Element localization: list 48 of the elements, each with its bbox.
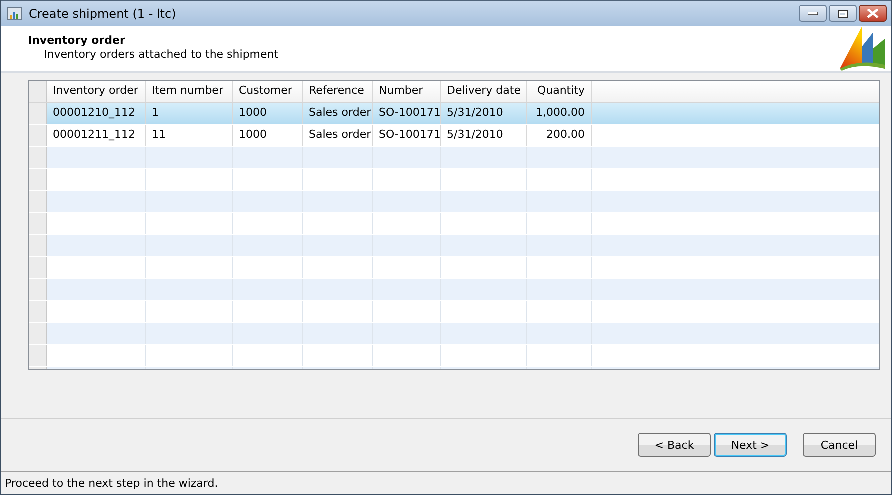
table-cell: Sales order	[303, 125, 373, 146]
column-header[interactable]: Customer	[233, 81, 303, 102]
step-title: Inventory order	[28, 34, 126, 47]
close-button[interactable]	[859, 5, 887, 22]
column-header[interactable]: Quantity	[527, 81, 592, 102]
row-header	[29, 191, 47, 212]
back-button[interactable]: < Back	[638, 433, 711, 457]
row-header	[29, 81, 47, 102]
table-cell: Sales order	[303, 103, 373, 124]
row-header	[29, 147, 47, 168]
row-header	[29, 301, 47, 322]
column-header[interactable]: Item number	[146, 81, 233, 102]
table-cell: SO-100171	[373, 103, 441, 124]
status-text: Proceed to the next step in the wizard.	[5, 476, 218, 490]
sail-logo	[839, 25, 887, 71]
row-header	[29, 213, 47, 234]
table-cell: 1	[146, 103, 233, 124]
maximize-icon	[838, 10, 848, 18]
column-header[interactable]: Reference	[303, 81, 373, 102]
table-cell: 1000	[233, 103, 303, 124]
table-cell: 11	[146, 125, 233, 146]
table-cell: 00001210_112	[47, 103, 146, 124]
row-header	[29, 279, 47, 300]
table-cell: 1,000.00	[527, 103, 592, 124]
minimize-button[interactable]	[799, 5, 827, 22]
cancel-button[interactable]: Cancel	[803, 433, 876, 457]
table-cell: 5/31/2010	[441, 103, 527, 124]
next-button[interactable]: Next >	[714, 433, 787, 457]
window-title: Create shipment (1 - ltc)	[29, 6, 178, 20]
app-icon	[7, 6, 23, 22]
table-cell: SO-100171	[373, 125, 441, 146]
table-cell: 5/31/2010	[441, 125, 527, 146]
row-header	[29, 323, 47, 344]
maximize-button[interactable]	[829, 5, 857, 22]
table-cell: 200.00	[527, 125, 592, 146]
table-row[interactable]: 00001210_112 1 1000 Sales order SO-100171 5/31/2010 1,000.00	[29, 103, 879, 125]
column-header[interactable]: Inventory order	[47, 81, 146, 102]
column-header[interactable]: Number	[373, 81, 441, 102]
table-cell: 1000	[233, 125, 303, 146]
row-header	[29, 257, 47, 278]
table-cell: 00001211_112	[47, 125, 146, 146]
step-description: Inventory orders attached to the shipment	[43, 48, 279, 61]
row-header	[29, 345, 47, 366]
row-header	[29, 169, 47, 190]
column-header[interactable]: Delivery date	[441, 81, 527, 102]
minimize-icon	[808, 12, 818, 16]
close-icon	[867, 9, 879, 18]
row-header	[29, 235, 47, 256]
